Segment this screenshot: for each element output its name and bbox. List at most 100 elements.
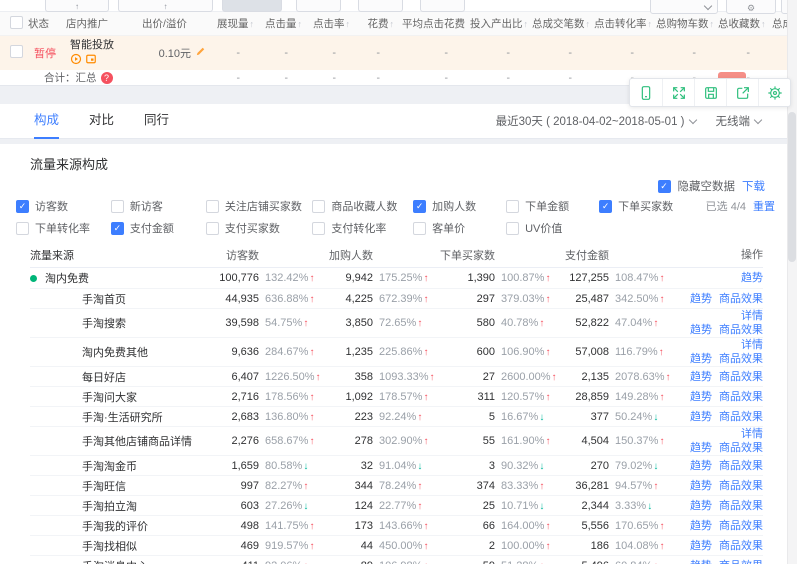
filter-checkbox[interactable] [506,222,519,235]
filter-option[interactable]: 新访客 [111,198,206,214]
item-effect-link[interactable]: 商品效果 [719,371,763,383]
source-name[interactable]: 手淘找相似 [30,538,201,554]
filter-checkbox[interactable]: ✓ [111,222,124,235]
campaign-name[interactable]: 智能投放 [70,39,134,52]
item-effect-link[interactable]: 商品效果 [719,293,763,305]
sort-asc-icon[interactable]: ↑ [761,19,766,29]
trend-link[interactable]: 趋势 [690,391,712,403]
source-name[interactable]: 手淘搜索 [30,315,201,331]
filter-checkbox[interactable] [506,200,519,213]
item-effect-link[interactable]: 商品效果 [719,540,763,552]
hide-empty-label[interactable]: 隐藏空数据 [678,178,736,194]
trend-link[interactable]: 趋势 [690,371,712,383]
item-effect-link[interactable]: 商品效果 [719,411,763,423]
toolbar-button-3[interactable] [222,0,282,12]
item-effect-link[interactable]: 商品效果 [719,460,763,472]
filter-option[interactable]: 商品收藏人数 [312,198,413,214]
item-effect-link[interactable]: 商品效果 [719,520,763,532]
row-checkbox[interactable] [10,45,23,58]
item-effect-link[interactable]: 商品效果 [719,500,763,512]
filter-checkbox[interactable]: ✓ [16,200,29,213]
hide-empty-checkbox[interactable]: ✓ [658,180,671,193]
source-name[interactable]: 每日好店 [30,369,201,385]
source-name[interactable]: 手淘首页 [30,291,201,307]
trend-link[interactable]: 趋势 [690,353,712,365]
campaign-col-header[interactable]: 点击率↑ [306,16,354,31]
channel-select[interactable]: 无线端 [716,113,762,129]
tab-对比[interactable]: 对比 [89,104,114,139]
filter-option[interactable]: ✓加购人数 [413,198,506,214]
source-name[interactable]: 淘内免费其他 [30,344,201,360]
toolbar-button-4[interactable] [296,0,341,12]
campaign-col-header[interactable]: 状态 [24,16,62,31]
filter-option[interactable]: ✓支付金额 [111,220,206,236]
filter-option[interactable]: ✓访客数 [16,198,111,214]
campaign-col-header[interactable]: 总收藏数↑ [714,16,768,31]
more-data-button[interactable]: ⚙ [726,0,776,14]
tab-构成[interactable]: 构成 [34,104,59,139]
help-icon[interactable]: ? [101,72,113,84]
filter-option[interactable]: 关注店铺买家数 [206,198,313,214]
traffic-col-header[interactable]: 加购人数 [317,247,429,263]
reset-link[interactable]: 重置 [753,198,775,236]
trend-link[interactable]: 趋势 [690,460,712,472]
select-all-checkbox[interactable] [10,16,23,29]
filter-checkbox[interactable] [312,200,325,213]
source-name[interactable]: 手淘其他店铺商品详情 [30,433,201,449]
filter-option[interactable]: ✓下单买家数 [599,198,706,214]
filter-checkbox[interactable] [111,200,124,213]
tab-同行[interactable]: 同行 [144,104,169,139]
trend-link[interactable]: 趋势 [690,480,712,492]
filter-option[interactable]: 支付买家数 [206,220,313,236]
detail-link[interactable]: 详情 [741,428,763,440]
toolbar-button-6[interactable] [420,0,465,12]
sort-asc-icon[interactable]: ↑ [250,19,255,29]
traffic-col-header[interactable]: 访客数 [201,247,317,263]
share-icon[interactable] [726,79,758,106]
detail-link[interactable]: 详情 [741,339,763,351]
source-name[interactable]: 手淘淘金币 [30,458,201,474]
filter-option[interactable]: 下单金额 [506,198,599,214]
campaign-col-header[interactable]: 点击量↑ [258,16,306,31]
filter-checkbox[interactable] [16,222,29,235]
trend-link[interactable]: 趋势 [690,411,712,423]
filter-checkbox[interactable]: ✓ [413,200,426,213]
traffic-col-header[interactable]: 支付金额 [553,247,667,263]
sort-asc-icon[interactable]: ↑ [298,19,303,29]
filter-option[interactable]: 支付转化率 [312,220,413,236]
campaign-col-header[interactable]: 点击转化率↑ [590,16,652,31]
campaign-col-header[interactable]: 出价/溢价 [138,16,210,31]
edit-pencil-icon[interactable] [195,46,206,60]
campaign-col-header[interactable]: 总成交笔数↑ [528,16,590,31]
item-effect-link[interactable]: 商品效果 [719,442,763,454]
item-effect-link[interactable]: 商品效果 [719,480,763,492]
traffic-col-header[interactable]: 下单买家数 [429,247,553,263]
filter-option[interactable]: 客单价 [413,220,506,236]
source-name[interactable]: 手淘消息中心 [30,558,201,564]
trend-link[interactable]: 趋势 [741,272,763,284]
trend-link[interactable]: 趋势 [690,500,712,512]
source-name[interactable]: 手淘旺信 [30,478,201,494]
item-effect-link[interactable]: 商品效果 [719,324,763,336]
filter-checkbox[interactable] [206,222,219,235]
filter-checkbox[interactable] [312,222,325,235]
filter-option[interactable]: 下单转化率 [16,220,111,236]
campaign-col-header[interactable]: 投入产出比↑ [466,16,528,31]
play-circle-icon[interactable] [70,53,82,68]
item-effect-link[interactable]: 商品效果 [719,560,763,564]
sort-asc-icon[interactable]: ↑ [390,19,395,29]
sort-asc-icon[interactable]: ↑ [346,19,351,29]
download-link[interactable]: 下载 [742,178,765,194]
source-name[interactable]: 手淘拍立淘 [30,498,201,514]
fullscreen-icon[interactable] [662,79,694,106]
trend-link[interactable]: 趋势 [690,293,712,305]
filter-select[interactable] [650,0,718,14]
filter-option[interactable]: UV价值 [506,220,599,236]
trend-link[interactable]: 趋势 [690,442,712,454]
campaign-col-header[interactable]: 展现量↑ [210,16,258,31]
toolbar-button-5[interactable] [358,0,403,12]
source-name[interactable]: 手淘问大家 [30,389,201,405]
mobile-preview-icon[interactable] [630,79,662,106]
filter-checkbox[interactable] [413,222,426,235]
item-effect-link[interactable]: 商品效果 [719,391,763,403]
